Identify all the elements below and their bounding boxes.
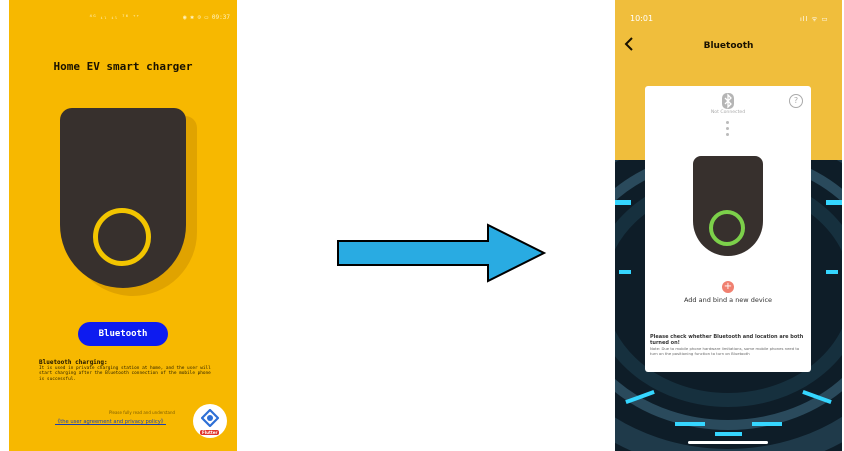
add-device-button[interactable]: + [722, 281, 734, 293]
signal-indicators: ⁴ᴳ ᵢₗ ᵢₗ ⁷⁶ ⁺⁺ [89, 14, 140, 21]
charger-ring-icon [709, 210, 745, 246]
charger-ring-icon [93, 208, 151, 266]
description-title: Bluetooth charging: [39, 359, 108, 366]
left-phone-screen: ⁴ᴳ ᵢₗ ᵢₗ ⁷⁶ ⁺⁺ ◉ ✱ ⊙ ▭ 09:37 Home EV sma… [9, 0, 237, 451]
right-phone-screen: 10:01 ıll ᯤ ▭ Bluetooth ? Not Connected … [615, 0, 842, 451]
flutter-logo-icon [201, 409, 219, 427]
status-icons: ıll ᯤ ▭ [800, 15, 829, 23]
add-device-label[interactable]: Add and bind a new device [645, 296, 811, 304]
note-text: Note: Due to mobile phone hardware limit… [650, 346, 800, 356]
status-time: ◉ ✱ ⊙ ▭ 09:37 [183, 14, 230, 21]
bluetooth-icon [722, 93, 734, 109]
home-indicator [688, 441, 768, 444]
connection-dots [726, 121, 729, 139]
check-message: Please check whether Bluetooth and locat… [650, 334, 804, 346]
flutter-label: Flutter [200, 430, 220, 435]
right-arrow-icon [337, 223, 547, 283]
nav-title: Bluetooth [703, 41, 754, 51]
status-time: 10:01 [630, 14, 654, 23]
status-bar: ⁴ᴳ ᵢₗ ᵢₗ ⁷⁶ ⁺⁺ ◉ ✱ ⊙ ▭ 09:37 [9, 14, 237, 26]
help-icon[interactable]: ? [789, 94, 803, 108]
page-title: Home EV smart charger [53, 60, 193, 73]
bluetooth-button[interactable]: Bluetooth [78, 322, 168, 346]
description-text: It is used in private charging station a… [39, 366, 211, 382]
agreement-note: Please fully read and understand [109, 410, 176, 415]
status-bar: 10:01 ıll ᯤ ▭ [615, 14, 842, 26]
charger-image [60, 108, 186, 288]
bluetooth-card: ? Not Connected + Add and bind a new dev… [645, 86, 811, 372]
charger-image [693, 156, 763, 256]
connection-status: Not Connected [710, 110, 746, 115]
flutter-badge: Flutter [193, 404, 227, 438]
agreement-link[interactable]: 《the user agreement and privacy policy》 [55, 418, 166, 425]
arrow-shape [337, 223, 547, 283]
